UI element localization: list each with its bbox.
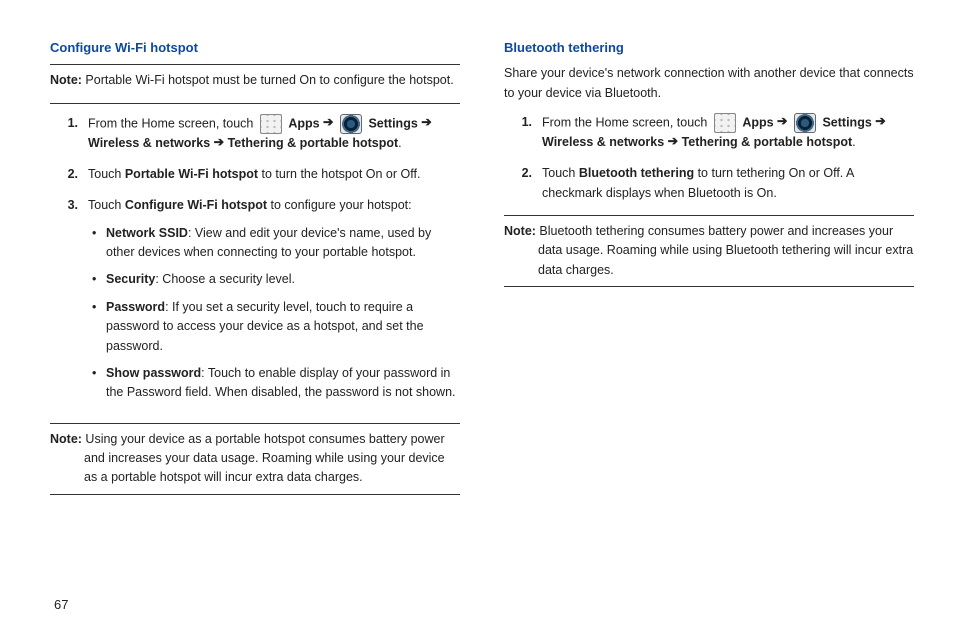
- step-2: 2. Touch Portable Wi-Fi hotspot to turn …: [50, 165, 460, 184]
- step-body: From the Home screen, touch Apps ➔ Setti…: [88, 114, 460, 153]
- step-number: 1.: [504, 113, 542, 152]
- arrow-icon: ➔: [210, 135, 227, 149]
- settings-label: Settings: [365, 116, 418, 130]
- divider: [50, 103, 460, 104]
- note-body: Portable Wi-Fi hotspot must be turned On…: [82, 73, 454, 87]
- wireless-label: Wireless & networks: [88, 136, 210, 150]
- note-text: Note: Using your device as a portable ho…: [50, 430, 460, 488]
- step-1: 1. From the Home screen, touch Apps ➔ Se…: [50, 114, 460, 153]
- note-label: Note:: [504, 224, 536, 238]
- step-body: Touch Portable Wi-Fi hotspot to turn the…: [88, 165, 460, 184]
- step-body: Touch Configure Wi-Fi hotspot to configu…: [88, 196, 460, 410]
- bullet-icon: •: [92, 270, 106, 289]
- step-body: Touch Bluetooth tethering to turn tether…: [542, 164, 914, 203]
- step-number: 3.: [50, 196, 88, 410]
- right-column: Bluetooth tethering Share your device's …: [504, 36, 914, 616]
- note-body: Using your device as a portable hotspot …: [82, 432, 445, 485]
- settings-label: Settings: [819, 115, 872, 129]
- page: Configure Wi-Fi hotspot Note: Portable W…: [0, 0, 954, 636]
- section-title-configure-wifi: Configure Wi-Fi hotspot: [50, 38, 460, 58]
- section-title-bluetooth-tethering: Bluetooth tethering: [504, 38, 914, 58]
- divider: [50, 494, 460, 495]
- page-number: 67: [54, 597, 68, 612]
- step-number: 2.: [504, 164, 542, 203]
- apps-icon: [260, 114, 282, 134]
- step-1: 1. From the Home screen, touch Apps ➔ Se…: [504, 113, 914, 152]
- steps-list: 1. From the Home screen, touch Apps ➔ Se…: [50, 114, 460, 411]
- list-item: •Password: If you set a security level, …: [92, 298, 460, 356]
- list-item: •Network SSID: View and edit your device…: [92, 224, 460, 263]
- arrow-icon: ➔: [872, 114, 886, 128]
- bullet-icon: •: [92, 224, 106, 263]
- arrow-icon: ➔: [664, 134, 681, 148]
- arrow-icon: ➔: [418, 115, 432, 129]
- list-item: •Security: Choose a security level.: [92, 270, 460, 289]
- tethering-label: Tethering & portable hotspot: [682, 135, 853, 149]
- arrow-icon: ➔: [774, 114, 788, 128]
- list-item: •Show password: Touch to enable display …: [92, 364, 460, 403]
- divider: [50, 64, 460, 65]
- apps-label: Apps: [742, 115, 773, 129]
- config-options-list: •Network SSID: View and edit your device…: [88, 224, 460, 403]
- bullet-icon: •: [92, 364, 106, 403]
- divider: [50, 423, 460, 424]
- bullet-icon: •: [92, 298, 106, 356]
- note-body: Bluetooth tethering consumes battery pow…: [536, 224, 913, 277]
- step-body: From the Home screen, touch Apps ➔ Setti…: [542, 113, 914, 152]
- steps-list: 1. From the Home screen, touch Apps ➔ Se…: [504, 113, 914, 203]
- step-2: 2. Touch Bluetooth tethering to turn tet…: [504, 164, 914, 203]
- tethering-label: Tethering & portable hotspot: [228, 136, 399, 150]
- left-column: Configure Wi-Fi hotspot Note: Portable W…: [50, 36, 460, 616]
- note-block: Note: Portable Wi-Fi hotspot must be tur…: [50, 71, 460, 96]
- note-text: Note: Bluetooth tethering consumes batte…: [504, 222, 914, 280]
- note-label: Note:: [50, 73, 82, 87]
- step-number: 1.: [50, 114, 88, 153]
- step-number: 2.: [50, 165, 88, 184]
- step-3: 3. Touch Configure Wi-Fi hotspot to conf…: [50, 196, 460, 410]
- settings-icon: [340, 114, 362, 134]
- settings-icon: [794, 113, 816, 133]
- intro-text: Share your device's network connection w…: [504, 64, 914, 103]
- note-text: Note: Portable Wi-Fi hotspot must be tur…: [50, 71, 460, 90]
- wireless-label: Wireless & networks: [542, 135, 664, 149]
- arrow-icon: ➔: [320, 115, 334, 129]
- note-label: Note:: [50, 432, 82, 446]
- apps-icon: [714, 113, 736, 133]
- divider: [504, 215, 914, 216]
- divider: [504, 286, 914, 287]
- apps-label: Apps: [288, 116, 319, 130]
